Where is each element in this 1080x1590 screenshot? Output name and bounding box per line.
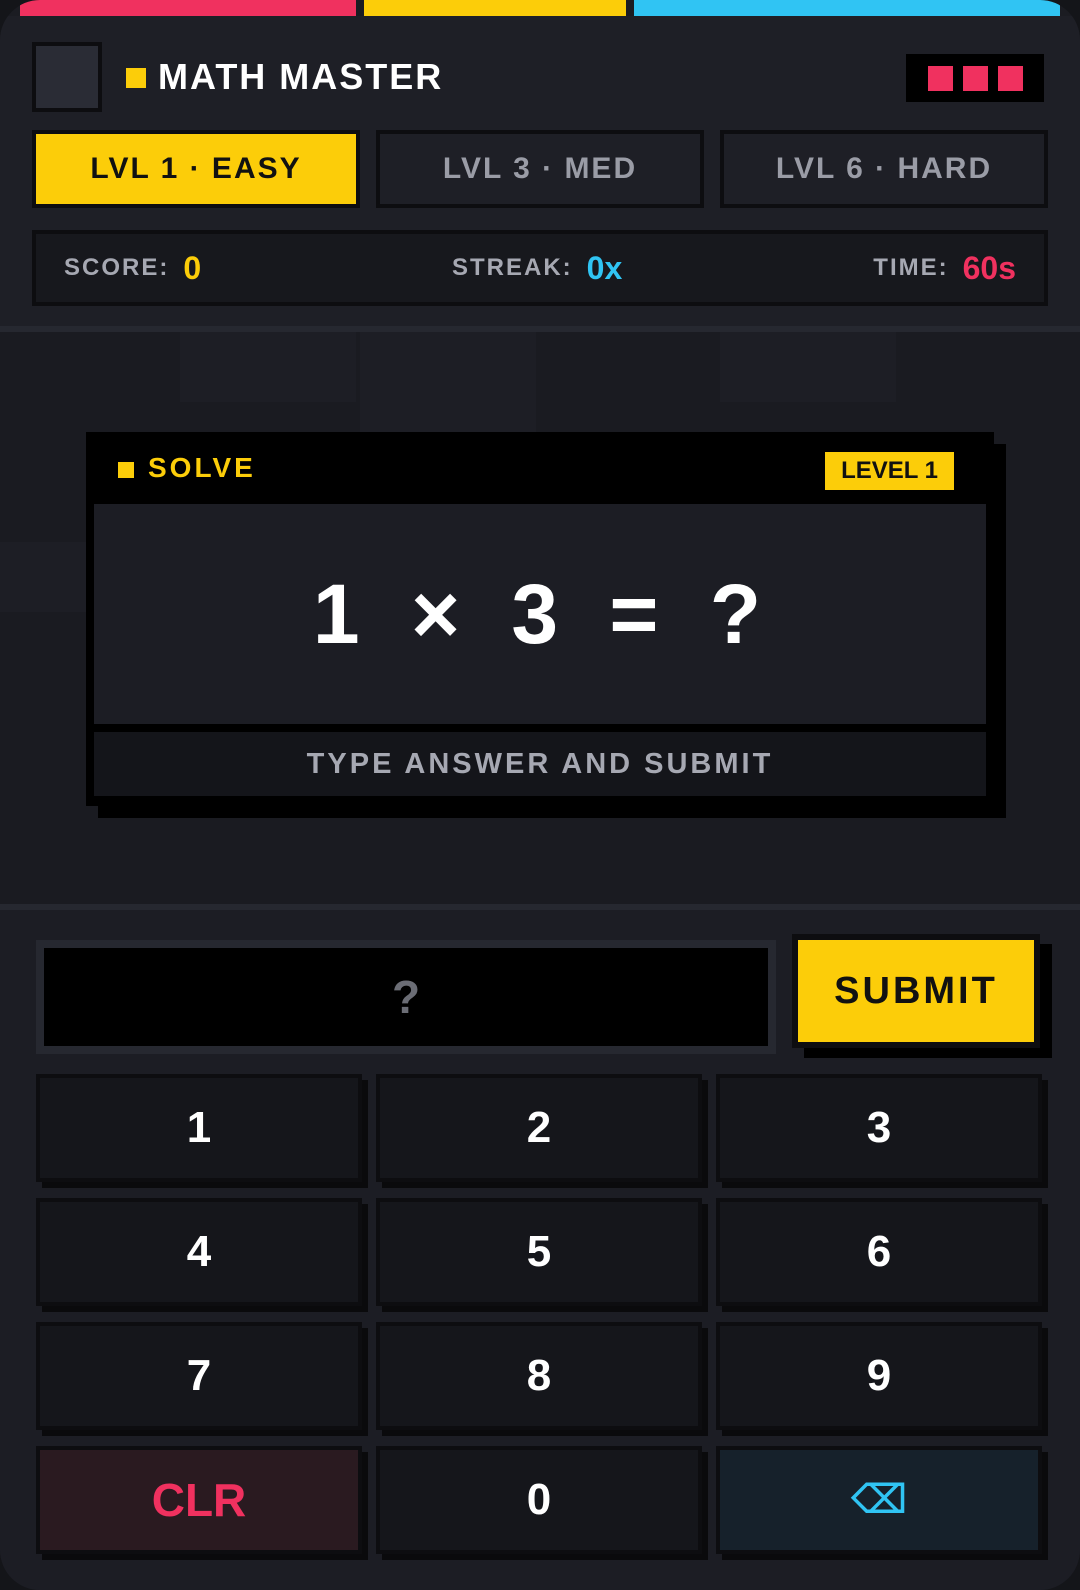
life-icon [962,65,988,91]
key-5[interactable]: 5 [376,1198,702,1306]
solve-marker-icon [118,462,134,478]
score-value: 0 [183,249,202,286]
card-header: SOLVE LEVEL 1 [86,432,994,502]
background-tile [180,332,356,402]
score-label: SCORE: [64,254,170,281]
play-area: SOLVE LEVEL 1 1 × 3 = ? TYPE ANSWER AND … [0,332,1080,904]
card-heading: SOLVE [148,452,256,483]
score-stat: SCORE: 0 [64,234,201,302]
equation: 1 × 3 = ? [312,566,768,661]
color-bar-blue [634,0,1060,16]
streak-stat: STREAK: 0x [452,234,622,302]
input-area: ? SUBMIT 1 2 3 4 5 6 7 8 9 CLR 0 ⌫ [0,904,1080,1590]
life-icon [927,65,953,91]
time-label: TIME: [873,254,949,281]
level-badge: LEVEL 1 [825,452,954,490]
background-tile [0,542,90,612]
color-bar [20,0,1060,16]
hint: TYPE ANSWER AND SUBMIT [94,732,986,796]
key-6[interactable]: 6 [716,1198,1042,1306]
equation-panel: 1 × 3 = ? [94,504,986,724]
answer-field[interactable]: ? [36,940,776,1054]
submit-button[interactable]: SUBMIT [792,934,1040,1048]
level-tabs: LVL 1 · EASY LVL 3 · MED LVL 6 · HARD [32,130,1048,210]
key-9[interactable]: 9 [716,1322,1042,1430]
background-tile [720,332,896,402]
answer-placeholder: ? [44,948,768,1046]
key-1[interactable]: 1 [36,1074,362,1182]
title-marker-icon [126,68,146,88]
streak-label: STREAK: [452,254,573,281]
logo [32,42,102,112]
key-2[interactable]: 2 [376,1074,702,1182]
backspace-icon[interactable]: ⌫ [716,1446,1042,1554]
stats-bar: SCORE: 0 STREAK: 0x TIME: 60s [32,230,1048,306]
tab-level-6[interactable]: LVL 6 · HARD [720,130,1048,208]
question-card: SOLVE LEVEL 1 1 × 3 = ? TYPE ANSWER AND … [86,432,994,806]
lives-indicator [906,54,1044,102]
key-3[interactable]: 3 [716,1074,1042,1182]
color-bar-red [20,0,356,16]
key-4[interactable]: 4 [36,1198,362,1306]
color-bar-yellow [364,0,626,16]
streak-value: 0x [586,249,623,286]
key-8[interactable]: 8 [376,1322,702,1430]
header: MATH MASTER LVL 1 · EASY LVL 3 · MED LVL… [0,16,1080,332]
time-value: 60s [962,249,1016,286]
tab-level-3[interactable]: LVL 3 · MED [376,130,704,208]
clear-button[interactable]: CLR [36,1446,362,1554]
time-stat: TIME: 60s [873,234,1016,302]
key-0[interactable]: 0 [376,1446,702,1554]
app-title: MATH MASTER [158,56,444,97]
life-icon [997,65,1023,91]
tab-level-1[interactable]: LVL 1 · EASY [32,130,360,208]
key-7[interactable]: 7 [36,1322,362,1430]
app-window: MATH MASTER LVL 1 · EASY LVL 3 · MED LVL… [0,0,1080,1590]
